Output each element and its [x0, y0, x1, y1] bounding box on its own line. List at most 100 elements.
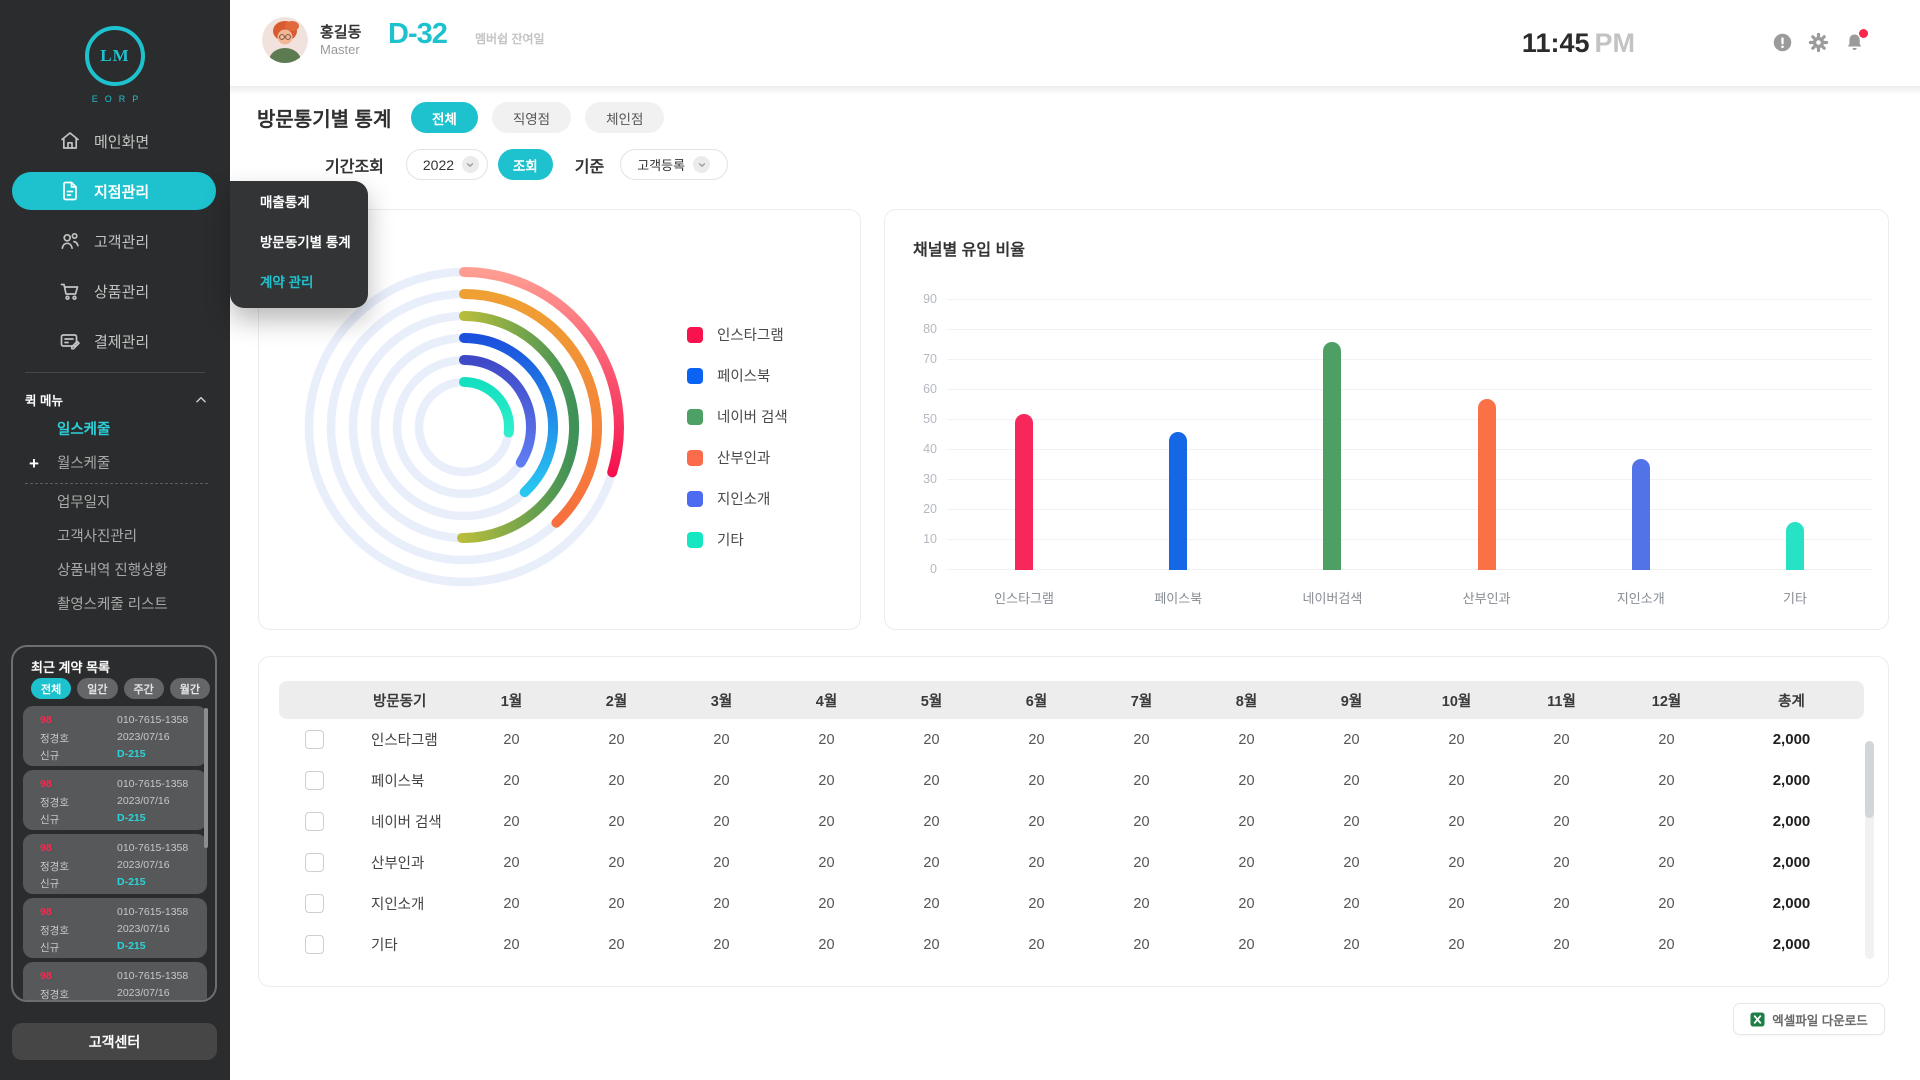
contract-card[interactable]: 98정경호신규010-7615-13582023/07/16D-215	[23, 834, 207, 894]
quick-menu-header[interactable]: 퀵 메뉴	[25, 390, 208, 409]
month-value: 20	[1509, 883, 1614, 924]
contract-card[interactable]: 98정경호신규010-7615-13582023/07/16D-215	[23, 898, 207, 958]
month-value: 20	[1614, 842, 1719, 883]
month-value: 20	[1404, 924, 1509, 965]
row-name: 페이스북	[349, 760, 459, 801]
basis-select[interactable]: 고객등록	[620, 149, 728, 180]
recent-tab-2[interactable]: 일간	[77, 678, 117, 699]
table-row: 네이버 검색2020202020202020202020202,000	[279, 801, 1864, 842]
recent-contracts-title: 최근 계약 목록	[31, 657, 110, 676]
row-checkbox[interactable]	[305, 730, 324, 749]
submenu-item-3[interactable]: 계약 관리	[230, 263, 368, 303]
contract-name: 정경호	[40, 923, 69, 938]
row-total: 2,000	[1719, 842, 1864, 883]
year-select[interactable]: 2022	[406, 149, 488, 180]
month-value: 20	[1299, 719, 1404, 760]
quick-menu-item-1[interactable]: 일스케줄	[0, 413, 230, 447]
sidebar-item-3[interactable]: 고객관리	[0, 216, 230, 266]
quick-menu-item-5[interactable]: 상품내역 진행상황	[0, 554, 230, 588]
table-scrollbar[interactable]	[1865, 741, 1874, 959]
y-tick-label: 10	[905, 532, 937, 546]
recent-list-scrollbar[interactable]	[204, 708, 208, 988]
sidebar-item-2[interactable]: 지점관리	[12, 172, 216, 210]
scope-tab-2[interactable]: 직영점	[492, 102, 571, 133]
customer-center-button[interactable]: 고객센터	[12, 1023, 217, 1060]
sidebar-item-5[interactable]: 결제관리	[0, 316, 230, 366]
bar	[1478, 399, 1496, 570]
submenu-item-2[interactable]: 방문동기별 통계	[230, 223, 368, 263]
clock: 11:45PM	[1522, 28, 1635, 59]
scope-tabs: 전체 직영점 체인점	[411, 102, 664, 133]
x-tick-label: 인스타그램	[947, 588, 1101, 607]
recent-tab-4[interactable]: 월간	[170, 678, 210, 699]
month-value: 20	[879, 924, 984, 965]
contract-dday: D-215	[117, 748, 146, 760]
table-header-총계: 총계	[1719, 681, 1864, 719]
quick-menu-item-4[interactable]: 고객사진관리	[0, 520, 230, 554]
sidebar-item-4[interactable]: 상품관리	[0, 266, 230, 316]
recent-tab-1[interactable]: 전체	[31, 678, 71, 699]
contract-card[interactable]: 98정경호신규010-7615-13582023/07/16D-215	[23, 962, 207, 1002]
row-name: 산부인과	[349, 842, 459, 883]
submenu-item-1[interactable]: 매출통계	[230, 183, 368, 223]
legend-item: 네이버 검색	[687, 396, 788, 437]
month-value: 20	[1404, 842, 1509, 883]
quick-menu-item-6[interactable]: 촬영스케줄 리스트	[0, 588, 230, 622]
month-value: 20	[1509, 842, 1614, 883]
legend-swatch	[687, 409, 703, 425]
legend-label: 기타	[717, 529, 744, 550]
checkbox-cell	[279, 883, 349, 924]
logo-circle-icon: LM	[85, 26, 145, 86]
table-row: 페이스북2020202020202020202020202,000	[279, 760, 1864, 801]
month-value: 20	[1299, 883, 1404, 924]
row-checkbox[interactable]	[305, 894, 324, 913]
scope-tab-1[interactable]: 전체	[411, 102, 478, 133]
month-value: 20	[1614, 883, 1719, 924]
contract-card[interactable]: 98정경호신규010-7615-13582023/07/16D-215	[23, 706, 207, 766]
recent-contracts-tabs: 전체 일간 주간 월간	[31, 678, 210, 699]
avatar[interactable]	[262, 17, 308, 63]
x-axis-labels: 인스타그램페이스북네이버검색산부인과지인소개기타	[947, 588, 1872, 607]
quick-menu-item-3[interactable]: 업무일지	[0, 486, 230, 520]
month-value: 20	[984, 760, 1089, 801]
quick-menu-item-label: 업무일지	[57, 495, 110, 511]
month-value: 20	[1194, 924, 1299, 965]
row-checkbox[interactable]	[305, 935, 324, 954]
people-icon	[58, 229, 82, 253]
excel-download-button[interactable]: 엑셀파일 다운로드	[1733, 1003, 1885, 1035]
scope-tab-3[interactable]: 체인점	[585, 102, 664, 133]
plus-icon[interactable]: +	[29, 447, 39, 481]
sidebar-menu: 메인화면지점관리고객관리상품관리결제관리	[0, 116, 230, 366]
month-value: 20	[459, 719, 564, 760]
bar	[1323, 342, 1341, 570]
contract-card[interactable]: 98정경호신규010-7615-13582023/07/16D-215	[23, 770, 207, 830]
month-value: 20	[564, 842, 669, 883]
contract-dday: D-215	[117, 876, 146, 888]
month-value: 20	[564, 883, 669, 924]
notification-badge	[1859, 29, 1868, 38]
quick-menu-item-2[interactable]: + 월스케줄	[0, 447, 230, 481]
bell-icon[interactable]	[1844, 32, 1865, 53]
month-value: 20	[1299, 801, 1404, 842]
gear-icon[interactable]	[1808, 32, 1829, 53]
month-value: 20	[984, 719, 1089, 760]
chevron-up-icon[interactable]	[194, 393, 208, 407]
contract-date: 2023/07/16	[117, 795, 170, 807]
month-value: 20	[564, 924, 669, 965]
contract-phone: 010-7615-1358	[117, 970, 188, 982]
row-checkbox[interactable]	[305, 812, 324, 831]
period-label: 기간조회	[325, 153, 384, 177]
quick-menu-item-label: 월스케줄	[57, 456, 110, 472]
info-icon[interactable]	[1772, 32, 1793, 53]
month-value: 20	[879, 883, 984, 924]
recent-tab-3[interactable]: 주간	[124, 678, 164, 699]
row-checkbox[interactable]	[305, 853, 324, 872]
month-value: 20	[669, 842, 774, 883]
sidebar-item-1[interactable]: 메인화면	[0, 116, 230, 166]
bar-column	[1255, 300, 1409, 570]
month-value: 20	[459, 842, 564, 883]
row-checkbox[interactable]	[305, 771, 324, 790]
search-button[interactable]: 조회	[498, 149, 553, 180]
contract-status: 신규	[40, 812, 59, 827]
month-value: 20	[774, 801, 879, 842]
